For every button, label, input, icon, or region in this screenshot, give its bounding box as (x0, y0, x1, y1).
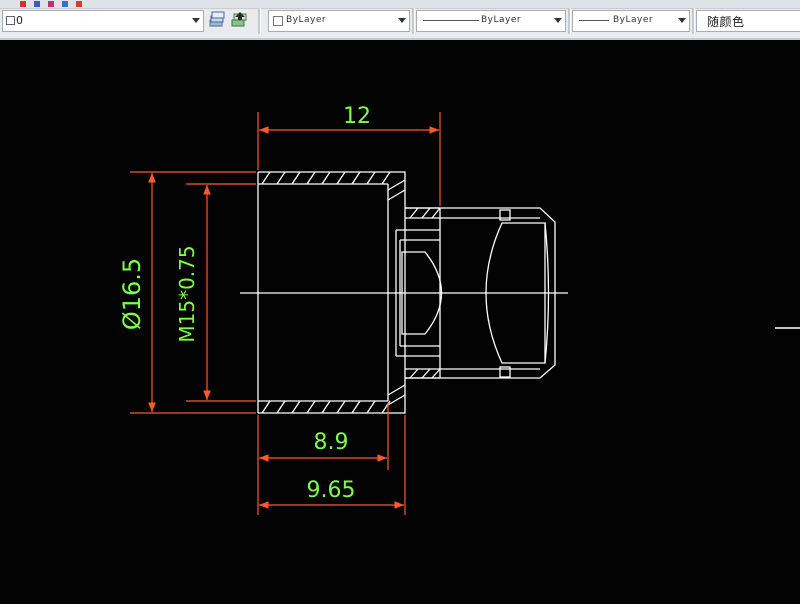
dim-top-length: 12 (343, 104, 371, 129)
dim-inner-length: 8.9 (314, 430, 349, 455)
layer-dropdown[interactable]: 0 (2, 10, 204, 32)
layer-states-icon[interactable] (208, 11, 226, 29)
plotstyle-combo[interactable]: 随颜色 (696, 10, 800, 32)
dropdown-arrow-icon (398, 18, 406, 23)
color-combo-label: ByLayer (286, 15, 327, 25)
color-combo[interactable]: ByLayer (268, 10, 410, 32)
linetype-preview (423, 20, 479, 21)
properties-toolbar: 0 ByLayer ByLayer ByLayer 随颜色 (0, 0, 800, 40)
drawing-canvas[interactable]: 12 Ø16.5 M15*0.75 8.9 9.65 (0, 40, 800, 600)
toolbar-separator (568, 8, 571, 34)
dim-overall-length: 9.65 (307, 478, 356, 503)
layer-square-icon (6, 16, 15, 25)
lineweight-preview (579, 20, 609, 21)
layer-match-icon[interactable] (230, 11, 248, 29)
layer-value: 0 (16, 14, 23, 27)
linetype-combo[interactable]: ByLayer (416, 10, 566, 32)
dim-thread: M15*0.75 (175, 245, 199, 342)
lineweight-combo[interactable]: ByLayer (572, 10, 690, 32)
linetype-combo-label: ByLayer (481, 15, 522, 25)
dim-outer-diameter: Ø16.5 (118, 258, 146, 330)
upper-toolbar-icons[interactable] (0, 0, 120, 8)
toolbar-separator (412, 8, 415, 34)
dropdown-arrow-icon (678, 18, 686, 23)
dropdown-arrow-icon (192, 18, 200, 23)
color-swatch-icon (273, 16, 283, 26)
cad-drawing[interactable]: 12 Ø16.5 M15*0.75 8.9 9.65 (0, 40, 800, 600)
plotstyle-combo-label: 随颜色 (707, 15, 745, 29)
toolbar-separator (258, 8, 261, 34)
lineweight-combo-label: ByLayer (613, 15, 654, 25)
upper-toolbar-strip (0, 0, 800, 9)
dropdown-arrow-icon (554, 18, 562, 23)
toolbar-separator (692, 8, 695, 34)
